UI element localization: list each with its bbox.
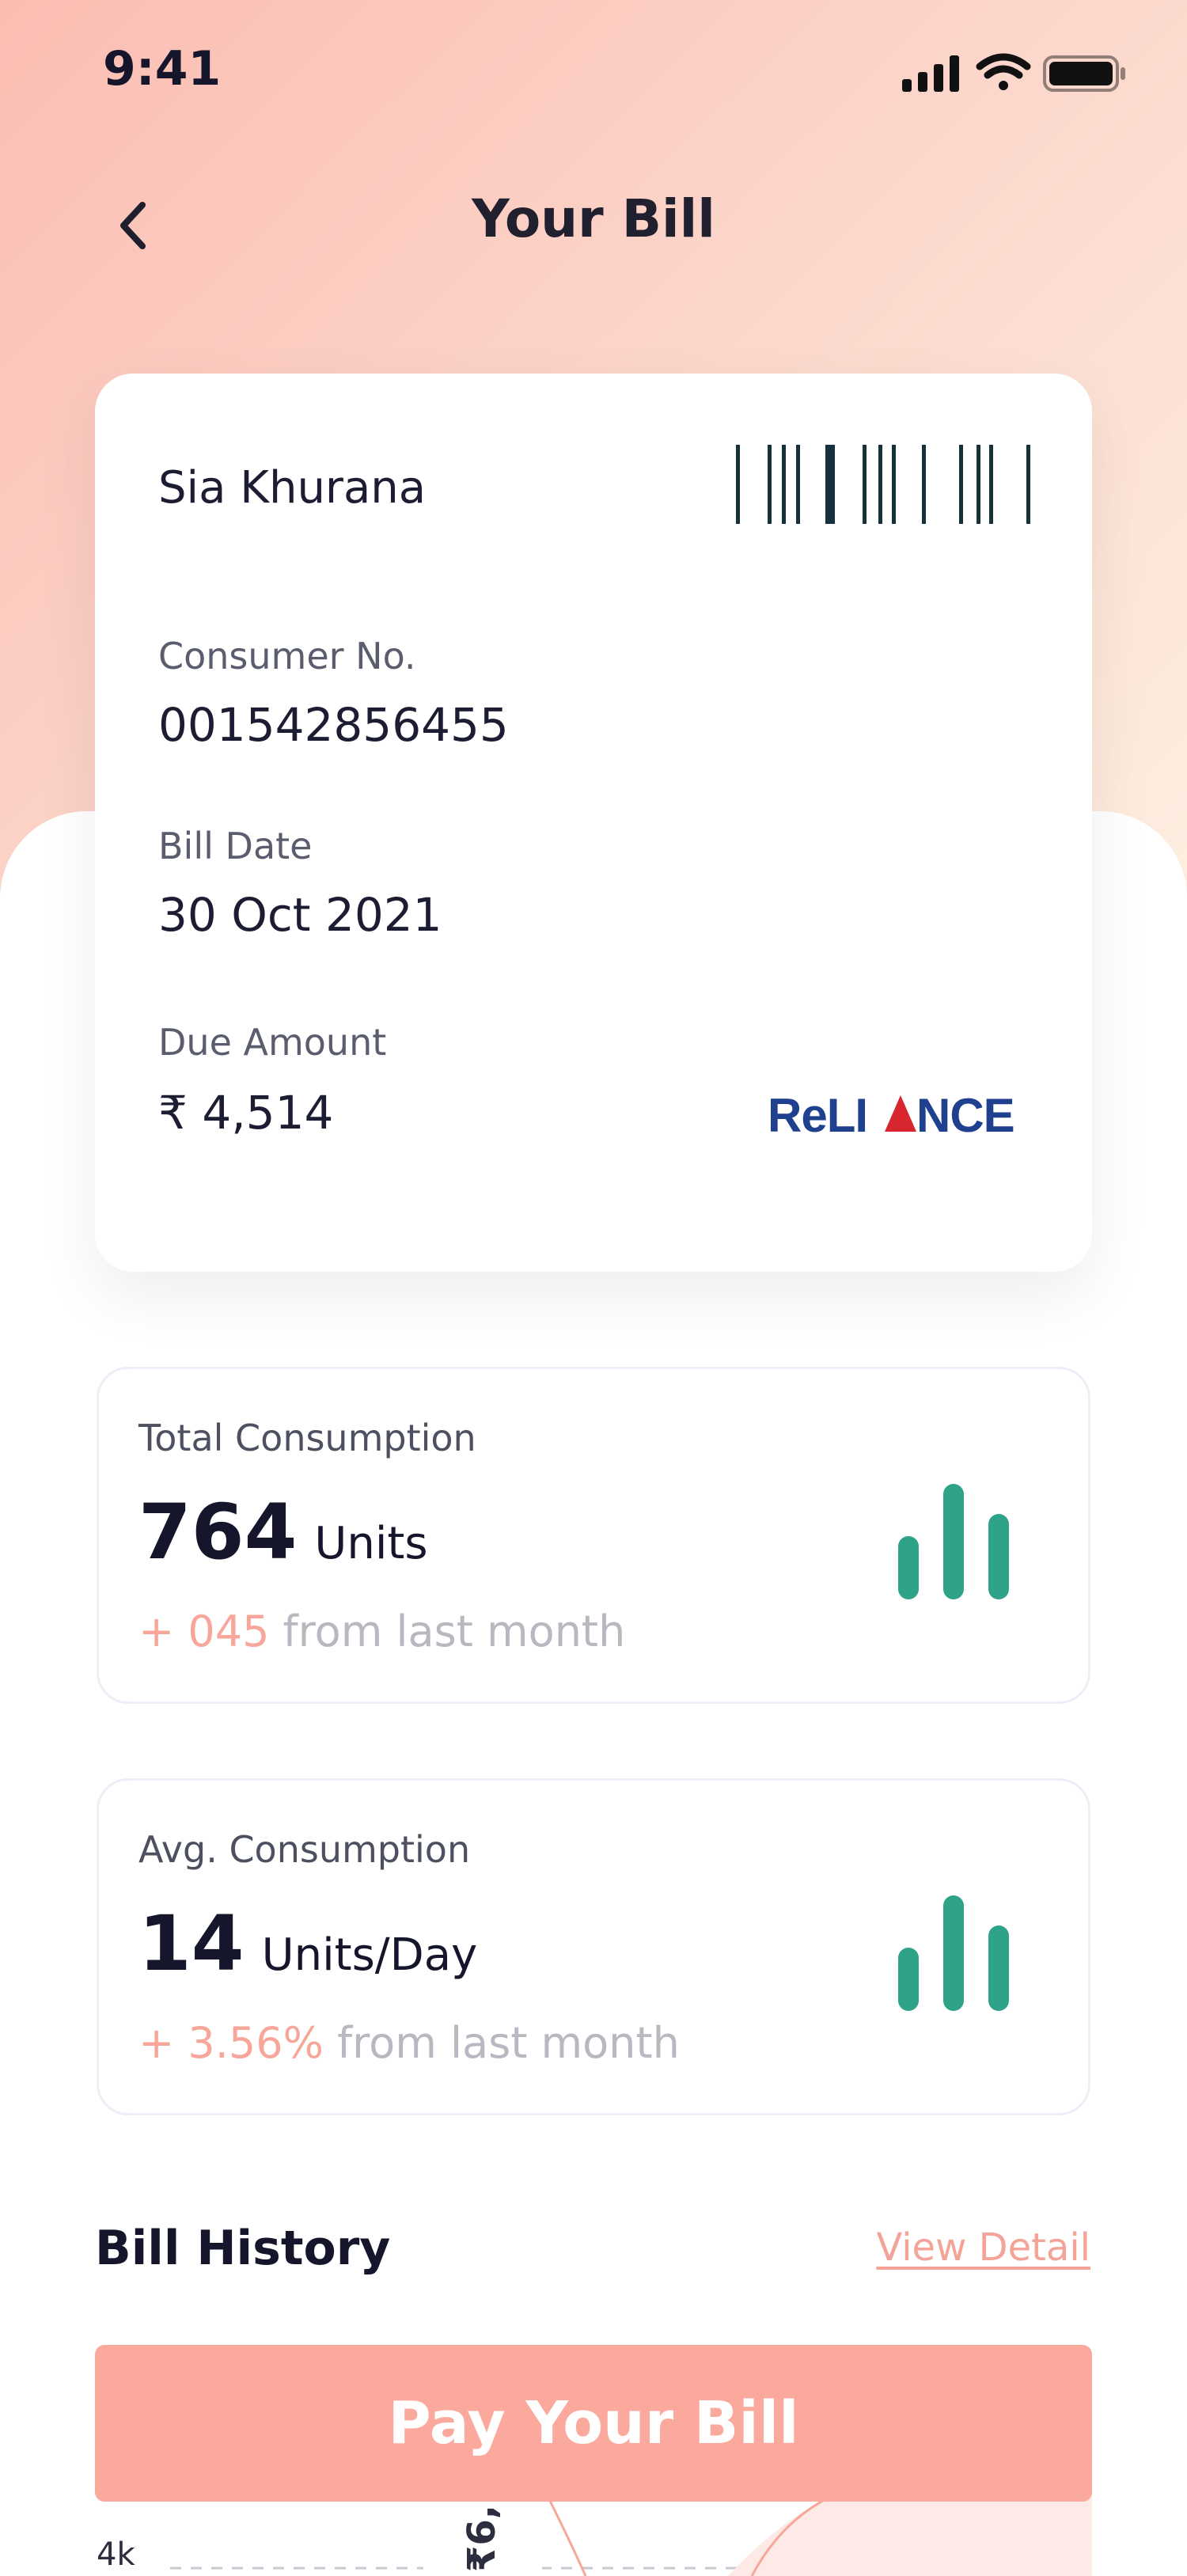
stat-change: + 3.56% from last month [138, 2018, 680, 2068]
page-title: Your Bill [472, 188, 715, 249]
due-amount-value: ₹ 4,514 [158, 1086, 334, 1140]
cellular-signal-icon [902, 55, 959, 92]
status-time: 9:41 [103, 41, 222, 97]
reliance-logo: ReLI NCE [768, 1089, 1015, 1141]
bill-date-value: 30 Oct 2021 [158, 888, 442, 942]
bill-history-chart: ₹6, [0, 2493, 1187, 2576]
stat-unit: Units/Day [261, 1929, 478, 1981]
stat-value-row: 14 Units/Day [138, 1899, 477, 1988]
view-detail-link[interactable]: View Detail [876, 2225, 1090, 2270]
customer-name: Sia Khurana [158, 462, 427, 514]
svg-text:NCE: NCE [916, 1089, 1014, 1141]
stat-title: Total Consumption [138, 1417, 476, 1459]
stat-value-row: 764 Units [138, 1488, 428, 1576]
bill-date-label: Bill Date [158, 825, 313, 867]
stat-value: 764 [138, 1488, 298, 1576]
battery-icon [1043, 55, 1125, 92]
stat-value: 14 [138, 1899, 245, 1988]
stat-unit: Units [314, 1518, 428, 1569]
stat-delta-text: from last month [337, 2018, 680, 2068]
consumer-no-value: 001542856455 [158, 698, 509, 752]
chart-tooltip-value: ₹6, [460, 2505, 504, 2572]
consumer-no-label: Consumer No. [158, 635, 416, 677]
bill-history-title: Bill History [95, 2221, 391, 2276]
bar-chart-icon [898, 1484, 1009, 1599]
wifi-icon [976, 53, 1031, 90]
stat-delta: + 3.56% [138, 2018, 324, 2068]
chart-line [544, 2493, 587, 2576]
stat-title: Avg. Consumption [138, 1828, 471, 1871]
chart-area-fill [546, 2493, 1092, 2576]
pay-bill-button[interactable]: Pay Your Bill [95, 2345, 1092, 2502]
bill-card: Sia Khurana Consumer No. 001542856455 Bi… [95, 374, 1092, 1272]
stat-delta-text: from last month [283, 1607, 626, 1656]
status-icons [902, 49, 1140, 100]
chart-axis-label: 4k [97, 2536, 135, 2573]
barcode-icon [736, 445, 1030, 524]
bar-chart-icon [898, 1895, 1009, 2011]
stat-delta: + 045 [138, 1607, 270, 1656]
avg-consumption-card: Avg. Consumption 14 Units/Day + 3.56% fro… [97, 1778, 1090, 2115]
stat-change: + 045 from last month [138, 1607, 625, 1656]
due-amount-label: Due Amount [158, 1021, 387, 1064]
total-consumption-card: Total Consumption 764 Units + 045 from la… [97, 1367, 1090, 1704]
svg-text:ReLI: ReLI [768, 1089, 867, 1141]
